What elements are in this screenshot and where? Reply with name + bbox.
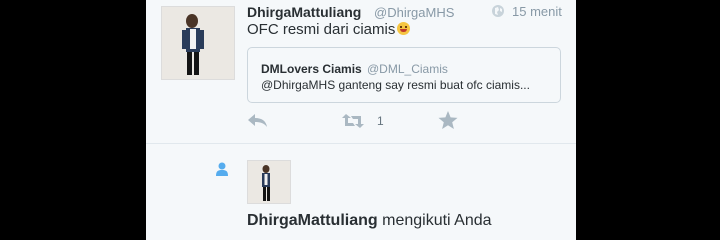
follower-name[interactable]: DhirgaMattuliang xyxy=(247,212,378,229)
quoted-author-handle: @DML_Ciamis xyxy=(367,62,448,76)
retweet-icon[interactable] xyxy=(341,112,365,130)
reply-icon[interactable] xyxy=(247,113,269,129)
timestamp: 15 menit xyxy=(512,4,562,19)
tweet-text-content: OFC resmi dari ciamis xyxy=(247,21,396,38)
quoted-author-name: DMLovers Ciamis xyxy=(261,62,362,76)
avatar[interactable] xyxy=(161,6,235,80)
follow-notification[interactable]: DhirgaMattuliang mengikuti Anda xyxy=(146,144,576,240)
person-icon xyxy=(215,162,229,176)
globe-icon xyxy=(491,4,505,18)
notifications-screen: DhirgaMattuliang @DhirgaMHS 15 menit OFC… xyxy=(146,0,576,240)
smiling-face-emoji-icon xyxy=(397,22,411,35)
follow-message: mengikuti Anda xyxy=(377,212,492,229)
retweet-count: 1 xyxy=(377,114,384,128)
author-name[interactable]: DhirgaMattuliang xyxy=(247,4,361,20)
tweet-notification[interactable]: DhirgaMattuliang @DhirgaMHS 15 menit OFC… xyxy=(146,0,576,142)
follower-avatar[interactable] xyxy=(247,160,291,204)
author-handle[interactable]: @DhirgaMHS xyxy=(374,5,454,20)
star-icon[interactable] xyxy=(438,111,458,130)
quoted-tweet[interactable]: DMLovers Ciamis @DML_Ciamis @DhirgaMHS g… xyxy=(247,47,561,103)
follow-text: DhirgaMattuliang mengikuti Anda xyxy=(247,212,492,230)
quoted-tweet-text: @DhirgaMHS ganteng say resmi buat ofc ci… xyxy=(261,78,530,92)
tweet-text: OFC resmi dari ciamis xyxy=(247,21,411,38)
